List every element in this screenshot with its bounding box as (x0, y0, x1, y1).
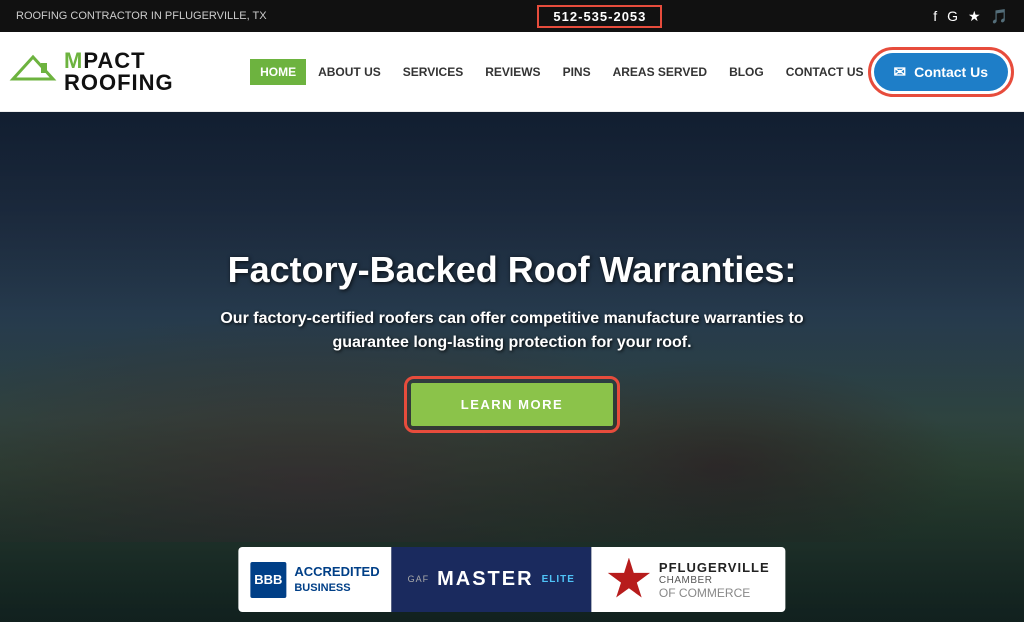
chamber-line2: CHAMBER (659, 575, 770, 586)
facebook-icon[interactable]: f (933, 8, 937, 24)
hero-subtitle: Our factory-certified roofers can offer … (182, 307, 842, 355)
bbb-business: BUSINESS (294, 581, 379, 595)
nav-reviews[interactable]: REVIEWS (475, 59, 550, 85)
gaf-badge: GAF MASTER ELITE (392, 547, 591, 612)
bbb-badge: BBB ACCREDITED BUSINESS (238, 547, 391, 612)
yelp-icon[interactable]: ★ (968, 8, 981, 25)
google-icon[interactable]: G (947, 8, 958, 24)
gaf-subtitle: ELITE (542, 574, 575, 585)
learn-more-button[interactable]: LEARN MORE (411, 383, 613, 426)
logo-icon (8, 51, 58, 92)
hero-title: Factory-Backed Roof Warranties: (182, 248, 842, 291)
hero-content: Factory-Backed Roof Warranties: Our fact… (162, 248, 862, 426)
envelope-icon: ✉ (894, 63, 907, 81)
chamber-line3: OF COMMERCE (659, 586, 770, 600)
chamber-text: PFLUGERVILLE CHAMBER OF COMMERCE (659, 560, 770, 600)
nav-home[interactable]: HOME (250, 59, 306, 85)
bbb-icon: BBB (250, 562, 286, 598)
nav-services[interactable]: SERVICES (393, 59, 473, 85)
top-bar: ROOFING CONTRACTOR IN PFLUGERVILLE, TX 5… (0, 0, 1024, 32)
chamber-badge: PFLUGERVILLE CHAMBER OF COMMERCE (591, 547, 786, 612)
nav-blog[interactable]: BLOG (719, 59, 774, 85)
header: MPACT ROOFING HOME ABOUT US SERVICES REV… (0, 32, 1024, 112)
chamber-star-icon (607, 558, 651, 602)
chamber-city: PFLUGERVILLE (659, 560, 770, 575)
nav-areas[interactable]: AREAS SERVED (603, 59, 717, 85)
nav-about[interactable]: ABOUT US (308, 59, 391, 85)
main-nav: HOME ABOUT US SERVICES REVIEWS PINS AREA… (250, 59, 873, 85)
logo[interactable]: MPACT ROOFING (8, 50, 250, 94)
social-icon-4[interactable]: 🎵 (991, 8, 1008, 25)
contact-btn-label: Contact Us (914, 64, 988, 80)
badges-bar: BBB ACCREDITED BUSINESS GAF MASTER ELITE… (238, 547, 785, 612)
social-icons: f G ★ 🎵 (933, 8, 1008, 25)
gaf-eyebrow: GAF (408, 574, 430, 584)
logo-text: MPACT ROOFING (64, 50, 250, 94)
bbb-accredited: ACCREDITED (294, 564, 379, 581)
phone-number[interactable]: 512-535-2053 (537, 5, 662, 28)
contact-us-button[interactable]: ✉ Contact Us (874, 53, 1008, 91)
learn-more-wrapper: LEARN MORE (411, 383, 613, 426)
gaf-title: MASTER (437, 568, 533, 591)
nav-pins[interactable]: PINS (553, 59, 601, 85)
nav-contact[interactable]: CONTACT US (776, 59, 874, 85)
hero-section: Factory-Backed Roof Warranties: Our fact… (0, 112, 1024, 622)
location-text: ROOFING CONTRACTOR IN PFLUGERVILLE, TX (16, 10, 267, 22)
bbb-text: ACCREDITED BUSINESS (294, 564, 379, 595)
